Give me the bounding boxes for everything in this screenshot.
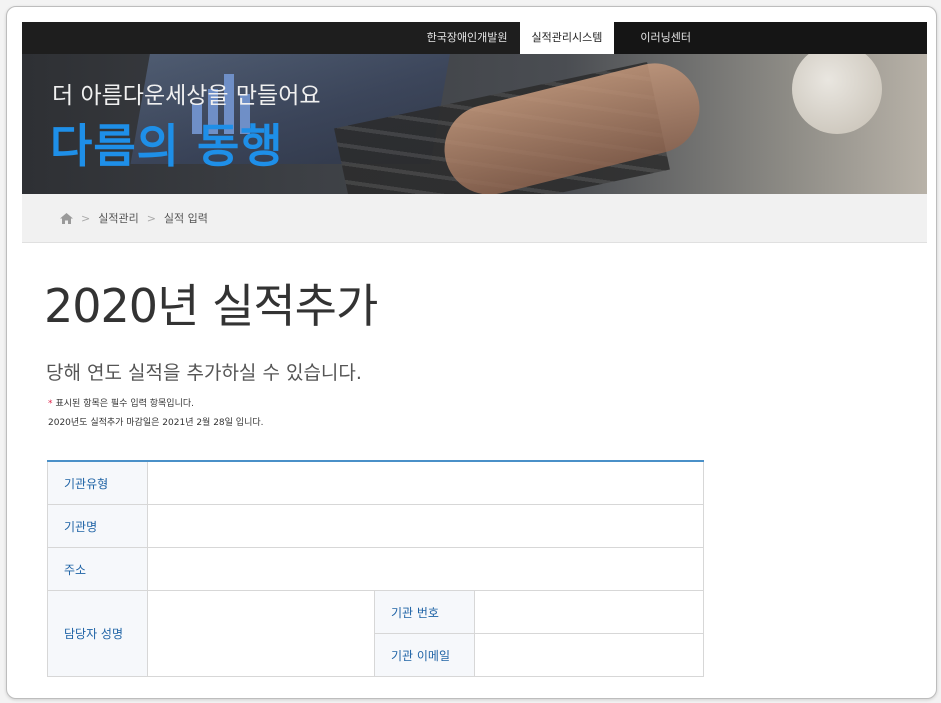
org-type-label: 기관유형: [47, 461, 148, 505]
form-row-address: 주소: [47, 547, 704, 591]
page-subtitle: 당해 연도 실적을 추가하실 수 있습니다.: [46, 362, 362, 384]
top-nav-item-performance-system[interactable]: 실적관리시스템: [519, 22, 615, 54]
form-row-contact-phone: 담당자 성명 기관 번호: [47, 590, 704, 677]
org-email-field[interactable]: [474, 633, 704, 677]
org-name-label: 기관명: [47, 504, 148, 548]
breadcrumb-item-performance-input[interactable]: 실적 입력: [164, 210, 208, 226]
form-row-org-type: 기관유형: [47, 461, 704, 505]
required-note-text: 표시된 항목은 필수 입력 항목입니다.: [55, 399, 195, 409]
address-label: 주소: [47, 547, 148, 591]
hero-slogan: 더 아름다운세상을 만들어요: [52, 83, 321, 109]
top-nav-item-koddi[interactable]: 한국장애인개발원: [415, 22, 520, 54]
org-phone-label: 기관 번호: [374, 590, 475, 634]
top-navigation-bar: 한국장애인개발원 실적관리시스템 이러닝센터: [22, 22, 927, 54]
top-nav-spacer: [717, 22, 927, 54]
top-nav-tabs: 한국장애인개발원 실적관리시스템 이러닝센터: [415, 22, 927, 54]
breadcrumb: > 실적관리 > 실적 입력: [22, 194, 927, 243]
hero-brand-title: 다름의 동행: [50, 119, 284, 173]
hero-cup: [792, 54, 882, 134]
hero-banner: 더 아름다운세상을 만들어요 다름의 동행: [22, 54, 927, 194]
org-email-label: 기관 이메일: [374, 633, 475, 677]
top-nav-item-elearning[interactable]: 이러닝센터: [614, 22, 717, 54]
contact-name-field[interactable]: [147, 590, 375, 677]
address-field[interactable]: [147, 547, 704, 591]
hero-hand: [434, 54, 710, 194]
form-row-org-name: 기관명: [47, 504, 704, 548]
required-star-icon: *: [48, 399, 53, 409]
org-phone-field[interactable]: [474, 590, 704, 634]
performance-form-table: 기관유형 기관명 주소 담당자 성명 기관 번호 기관 이메일: [47, 460, 704, 677]
org-type-field[interactable]: [147, 461, 704, 505]
page-title: 2020년 실적추가: [44, 279, 378, 333]
contact-name-label: 담당자 성명: [47, 590, 148, 677]
breadcrumb-separator-icon: >: [146, 211, 156, 225]
org-name-field[interactable]: [147, 504, 704, 548]
home-icon[interactable]: [60, 212, 73, 224]
breadcrumb-separator-icon: >: [81, 211, 91, 225]
required-note: * 표시된 항목은 필수 입력 항목입니다.: [48, 396, 194, 409]
deadline-note: 2020년도 실적추가 마감일은 2021년 2월 28일 입니다.: [48, 418, 264, 428]
breadcrumb-item-performance[interactable]: 실적관리: [98, 210, 138, 226]
